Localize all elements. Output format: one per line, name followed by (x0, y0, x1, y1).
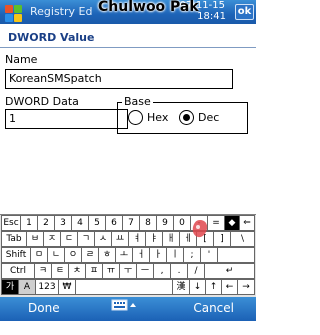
dec-label: Dec (198, 111, 220, 124)
key[interactable]: 6 (105, 215, 123, 231)
key[interactable]: ㄱ (77, 231, 95, 247)
key-backslash[interactable]: \ (230, 231, 255, 247)
key[interactable]: ㅗ (115, 247, 133, 263)
key[interactable]: ㄹ (81, 247, 99, 263)
key[interactable]: ㅂ (26, 231, 44, 247)
key[interactable]: ㅠ (102, 263, 120, 279)
key[interactable]: 8 (139, 215, 157, 231)
hangul-mode-key[interactable]: 가 (1, 279, 19, 295)
arrow-up-key[interactable]: ↑ (205, 279, 222, 295)
ok-button[interactable]: ok (235, 4, 254, 20)
key-esc[interactable]: Esc (1, 215, 21, 231)
radio-selected-dot (183, 114, 190, 121)
keyboard-row-3: Shift ㅁ ㄴ ㅇ ㄹ ㅎ ㅗ ㅓ ㅏ ㅣ ; ' (0, 247, 256, 263)
backspace-arrow-key[interactable]: ⇐ (239, 215, 255, 231)
key[interactable]: 7 (122, 215, 140, 231)
footer-strip (0, 321, 256, 335)
hanja-key[interactable]: 漢 (172, 279, 190, 295)
key[interactable]: ㅅ (94, 231, 112, 247)
key[interactable]: ㅡ (136, 263, 154, 279)
arrow-right-key[interactable]: → (237, 279, 255, 295)
won-key[interactable]: ₩ (58, 279, 76, 295)
dec-radio[interactable] (179, 110, 194, 125)
key-enter-top[interactable] (217, 247, 255, 263)
key[interactable]: ㅑ (145, 231, 163, 247)
arrow-left-key[interactable]: ← (221, 279, 238, 295)
key[interactable]: ㅋ (34, 263, 52, 279)
key[interactable]: ㅐ (162, 231, 180, 247)
alpha-mode-key[interactable]: A (18, 279, 36, 295)
key[interactable]: ㅛ (111, 231, 129, 247)
key-shift[interactable]: Shift (1, 247, 31, 263)
key-ctrl[interactable]: Ctrl (1, 263, 35, 279)
key[interactable]: ㅊ (68, 263, 86, 279)
hex-label: Hex (147, 111, 169, 124)
key[interactable]: 5 (88, 215, 106, 231)
key[interactable]: ㅈ (43, 231, 61, 247)
base-label: Base (122, 95, 153, 108)
name-field[interactable]: KoreanSMSpatch (5, 69, 233, 89)
key[interactable]: ㅏ (149, 247, 167, 263)
key[interactable]: 0 (173, 215, 191, 231)
key[interactable]: 4 (71, 215, 89, 231)
key[interactable]: ㅌ (51, 263, 69, 279)
menu-bar: Done Cancel (0, 297, 256, 335)
dialog-divider (0, 47, 256, 48)
key[interactable]: ㅜ (119, 263, 137, 279)
key-tab[interactable]: Tab (1, 231, 27, 247)
key[interactable]: ㅇ (64, 247, 82, 263)
key[interactable]: ㅎ (98, 247, 116, 263)
enter-key[interactable]: ↵ (204, 263, 255, 279)
keyboard-row-2: Tab ㅂ ㅈ ㄷ ㄱ ㅅ ㅛ ㅕ ㅑ ㅐ ㅔ [ ] \ (0, 231, 256, 247)
done-softkey[interactable]: Done (28, 301, 60, 315)
keyboard-row-4: Ctrl ㅋ ㅌ ㅊ ㅍ ㅠ ㅜ ㅡ , . / ↵ (0, 263, 256, 279)
title-bar: Registry Ed 07-11-15 18:41 Chulwoo Pak o… (0, 0, 256, 24)
arrow-down-key[interactable]: ↓ (189, 279, 206, 295)
key[interactable]: 3 (54, 215, 72, 231)
key[interactable]: . (170, 263, 188, 279)
key[interactable]: ㅣ (166, 247, 184, 263)
key[interactable]: 1 (20, 215, 38, 231)
app-title: Registry Ed (30, 5, 93, 18)
space-key[interactable] (75, 279, 173, 295)
key[interactable]: ㅁ (30, 247, 48, 263)
dword-data-label: DWORD Data (5, 95, 79, 108)
backspace-key[interactable]: ◆ (224, 215, 240, 231)
key[interactable]: ㅕ (128, 231, 146, 247)
key[interactable]: ㄴ (47, 247, 65, 263)
numeric-mode-key[interactable]: 123 (35, 279, 59, 295)
dword-data-field[interactable]: 1 (5, 109, 128, 129)
keyboard-row-1: Esc 1 2 3 4 5 6 7 8 9 0 - = ◆ ⇐ (0, 215, 256, 231)
cancel-softkey[interactable]: Cancel (193, 301, 234, 315)
key[interactable]: 2 (37, 215, 55, 231)
name-label: Name (5, 53, 38, 66)
key[interactable]: 9 (156, 215, 174, 231)
key[interactable]: ㅓ (132, 247, 150, 263)
start-menu-windows-icon[interactable] (3, 2, 23, 22)
keyboard-row-5: 가 A 123 ₩ 漢 ↓ ↑ ← → (0, 279, 256, 295)
author-watermark: Chulwoo Pak (98, 0, 199, 15)
key[interactable]: ; (183, 247, 201, 263)
key[interactable]: ' (200, 247, 218, 263)
key[interactable]: ㅍ (85, 263, 103, 279)
soft-keyboard: Esc 1 2 3 4 5 6 7 8 9 0 - = ◆ ⇐ Tab ㅂ ㅈ … (0, 214, 256, 298)
key[interactable]: ㄷ (60, 231, 78, 247)
key[interactable]: ] (213, 231, 231, 247)
red-sticker-icon (192, 220, 208, 238)
keyboard-sip-icon[interactable] (111, 299, 137, 311)
hex-radio[interactable] (128, 110, 143, 125)
key[interactable]: / (187, 263, 205, 279)
dialog-title: DWORD Value (8, 31, 95, 44)
key[interactable]: , (153, 263, 171, 279)
